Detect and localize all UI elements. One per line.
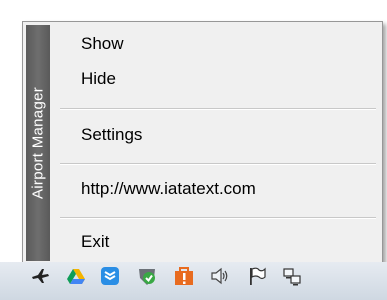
dropbox-icon[interactable] (100, 266, 120, 286)
office-warning-icon[interactable] (174, 266, 194, 286)
menu-item-show[interactable]: Show (81, 34, 124, 54)
context-menu: Airport Manager Show Hide Settings http:… (22, 21, 383, 265)
menu-item-website[interactable]: http://www.iatatext.com (81, 179, 256, 199)
menu-item-hide[interactable]: Hide (81, 69, 116, 89)
airplane-icon[interactable] (30, 266, 50, 286)
menu-separator (60, 163, 376, 165)
menu-separator (60, 108, 376, 110)
system-tray (0, 262, 387, 300)
menu-separator (60, 217, 376, 219)
speaker-icon[interactable] (210, 266, 230, 286)
menu-side-title: Airport Manager (29, 86, 47, 200)
security-shield-icon[interactable] (137, 266, 157, 286)
menu-item-settings[interactable]: Settings (81, 125, 142, 145)
menu-side-band: Airport Manager (26, 25, 50, 261)
flag-icon[interactable] (247, 266, 267, 286)
google-drive-icon[interactable] (66, 266, 86, 286)
menu-item-exit[interactable]: Exit (81, 232, 109, 252)
network-icon[interactable] (282, 266, 302, 286)
